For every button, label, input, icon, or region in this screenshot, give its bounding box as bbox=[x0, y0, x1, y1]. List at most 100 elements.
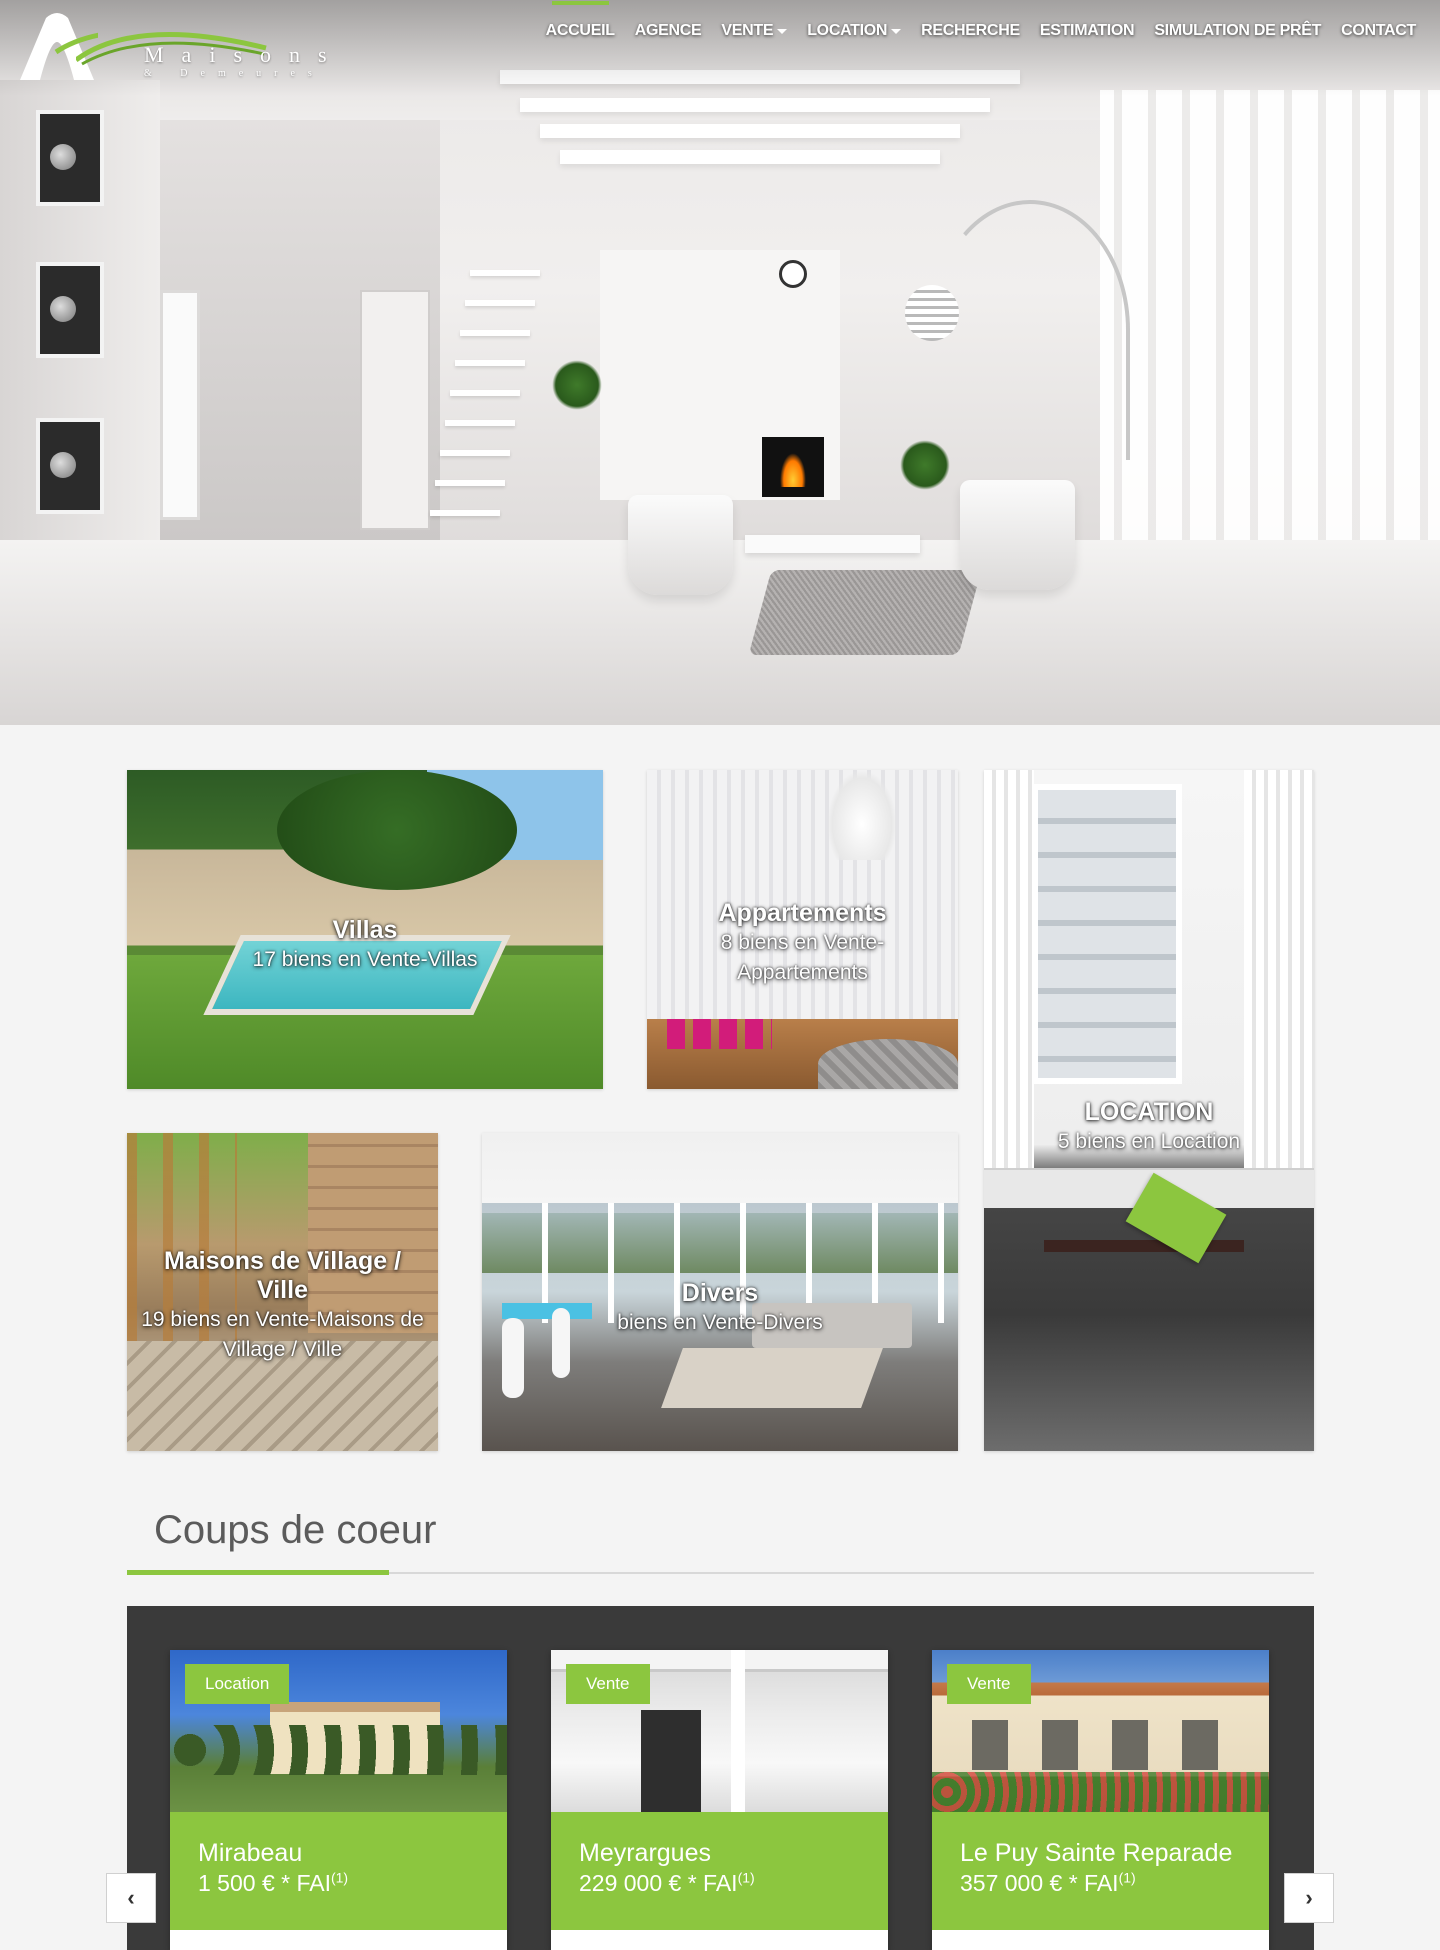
property-photo-part bbox=[641, 1710, 701, 1812]
property-price: 357 000 € * FAI(1) bbox=[960, 1868, 1241, 1898]
hero-stair bbox=[450, 390, 520, 396]
carousel-next-button[interactable]: › bbox=[1284, 1873, 1334, 1923]
hero-stair bbox=[445, 420, 515, 426]
tile-photo-part bbox=[1032, 784, 1182, 1084]
caret-down-icon bbox=[777, 28, 788, 34]
price-footnote: (1) bbox=[1118, 1869, 1136, 1886]
nav-contact[interactable]: CONTACT bbox=[1341, 22, 1416, 40]
hero-lamp-arc bbox=[930, 200, 1130, 460]
tile-title: LOCATION bbox=[1084, 1098, 1214, 1126]
property-photo: Vente bbox=[932, 1650, 1269, 1812]
property-info: Mirabeau 1 500 € * FAI(1) bbox=[170, 1812, 507, 1930]
hero-door bbox=[360, 290, 430, 530]
hero-lamp bbox=[905, 285, 959, 341]
hero-niche bbox=[36, 418, 104, 514]
tile-caption: Villas 17 biens en Vente-Villas bbox=[127, 915, 603, 975]
tile-photo-part bbox=[661, 1348, 883, 1408]
tile-title: Maisons de Village / Ville bbox=[163, 1247, 402, 1304]
nav-simulation-pret[interactable]: SIMULATION DE PRÊT bbox=[1154, 22, 1321, 40]
hero-stair bbox=[435, 480, 505, 486]
plant-icon bbox=[552, 360, 602, 410]
property-card[interactable]: Vente Le Puy Sainte Reparade 357 000 € *… bbox=[932, 1650, 1269, 1950]
nav-recherche[interactable]: RECHERCHE bbox=[921, 22, 1020, 40]
nav-location[interactable]: LOCATION bbox=[807, 22, 902, 40]
tile-caption: Divers biens en Vente-Divers bbox=[482, 1278, 958, 1338]
property-photo: Location bbox=[170, 1650, 507, 1812]
property-photo-part bbox=[932, 1772, 1269, 1812]
hero-chair bbox=[628, 495, 733, 595]
hero-niche bbox=[36, 110, 104, 206]
tile-photo-part bbox=[827, 770, 897, 860]
category-tile-maisons-village[interactable]: Maisons de Village / Ville 19 biens en V… bbox=[127, 1133, 438, 1451]
property-city: Meyrargues bbox=[579, 1839, 711, 1867]
tile-caption: LOCATION 5 biens en Location bbox=[984, 1097, 1314, 1157]
nav-label: VENTE bbox=[721, 22, 774, 39]
property-card[interactable]: Vente Meyrargues 229 000 € * FAI(1) bbox=[551, 1650, 888, 1950]
tile-subtitle: 19 biens en Vente-Maisons de Village / V… bbox=[141, 1308, 424, 1361]
property-price: 1 500 € * FAI(1) bbox=[198, 1868, 479, 1898]
hero-table bbox=[745, 535, 920, 553]
tile-subtitle: 8 biens en Vente-Appartements bbox=[720, 931, 885, 984]
plant-icon bbox=[900, 440, 950, 490]
fireplace bbox=[762, 437, 824, 497]
property-photo: Vente bbox=[551, 1650, 888, 1812]
hero-stair bbox=[440, 450, 510, 456]
nav-label: RECHERCHE bbox=[921, 22, 1020, 39]
hero-beam bbox=[520, 98, 990, 112]
property-info: Meyrargues 229 000 € * FAI(1) bbox=[551, 1812, 888, 1930]
hero-stair bbox=[465, 300, 535, 306]
property-type-badge: Location bbox=[185, 1664, 290, 1704]
property-type-badge: Vente bbox=[947, 1664, 1031, 1704]
section-title: Coups de coeur bbox=[154, 1508, 437, 1552]
site-logo[interactable]: Maisons & Demeures bbox=[16, 12, 386, 84]
nav-estimation[interactable]: ESTIMATION bbox=[1039, 22, 1135, 40]
hero-beam bbox=[560, 150, 940, 164]
tile-photo-part bbox=[277, 770, 517, 890]
logo-name-line1: Maisons bbox=[144, 42, 345, 67]
price-value: 1 500 € * FAI bbox=[198, 1870, 331, 1896]
carousel-prev-button[interactable]: ‹ bbox=[106, 1873, 156, 1923]
hero-niche bbox=[36, 262, 104, 358]
hero-beam bbox=[540, 124, 960, 138]
hero-stair bbox=[455, 360, 525, 366]
chevron-right-icon: › bbox=[1305, 1885, 1313, 1910]
property-photo-part bbox=[731, 1650, 745, 1812]
price-footnote: (1) bbox=[330, 1869, 349, 1886]
price-value: 229 000 € * FAI bbox=[579, 1870, 738, 1896]
category-tile-location[interactable]: LOCATION 5 biens en Location bbox=[984, 770, 1314, 1451]
nav-vente[interactable]: VENTE bbox=[721, 22, 788, 40]
nav-accueil[interactable]: ACCUEIL bbox=[545, 1, 615, 40]
hero-window bbox=[160, 290, 200, 520]
category-tile-divers[interactable]: Divers biens en Vente-Divers bbox=[482, 1133, 958, 1451]
tile-subtitle: 17 biens en Vente-Villas bbox=[252, 948, 478, 971]
price-footnote: (1) bbox=[737, 1869, 755, 1886]
hero-rug bbox=[748, 570, 982, 655]
hero-stair bbox=[430, 510, 500, 516]
property-info: Le Puy Sainte Reparade 357 000 € * FAI(1… bbox=[932, 1812, 1269, 1930]
nav-label: ESTIMATION bbox=[1039, 22, 1135, 39]
property-city: Le Puy Sainte Reparade bbox=[960, 1839, 1233, 1867]
category-tile-villas[interactable]: Villas 17 biens en Vente-Villas bbox=[127, 770, 603, 1089]
tile-subtitle: 5 biens en Location bbox=[1057, 1130, 1241, 1153]
nav-agence[interactable]: AGENCE bbox=[635, 22, 702, 40]
category-tile-appartements[interactable]: Appartements 8 biens en Vente-Appartemen… bbox=[647, 770, 958, 1089]
tile-title: Appartements bbox=[718, 899, 887, 927]
clock-icon bbox=[779, 260, 807, 288]
property-card[interactable]: Location Mirabeau 1 500 € * FAI(1) bbox=[170, 1650, 507, 1950]
tile-photo-part bbox=[818, 1039, 958, 1089]
tile-photo-part bbox=[667, 1019, 772, 1049]
tile-title: Villas bbox=[332, 916, 398, 944]
nav-label: LOCATION bbox=[807, 22, 888, 39]
property-photo-part bbox=[170, 1725, 507, 1775]
property-photo-part bbox=[972, 1720, 1222, 1770]
property-price: 229 000 € * FAI(1) bbox=[579, 1868, 860, 1898]
nav-label: ACCUEIL bbox=[545, 22, 615, 39]
hero-stair bbox=[470, 270, 540, 276]
tile-photo-part bbox=[1044, 1240, 1244, 1252]
main-nav: ACCUEIL AGENCE VENTE LOCATION RECHERCHE … bbox=[546, 0, 1416, 62]
page: Maisons & Demeures ACCUEIL AGENCE VENTE … bbox=[0, 0, 1440, 1950]
caret-down-icon bbox=[891, 28, 902, 34]
chevron-left-icon: ‹ bbox=[127, 1885, 135, 1910]
tile-caption: Appartements 8 biens en Vente-Appartemen… bbox=[647, 898, 958, 988]
hero-image bbox=[0, 0, 1440, 725]
